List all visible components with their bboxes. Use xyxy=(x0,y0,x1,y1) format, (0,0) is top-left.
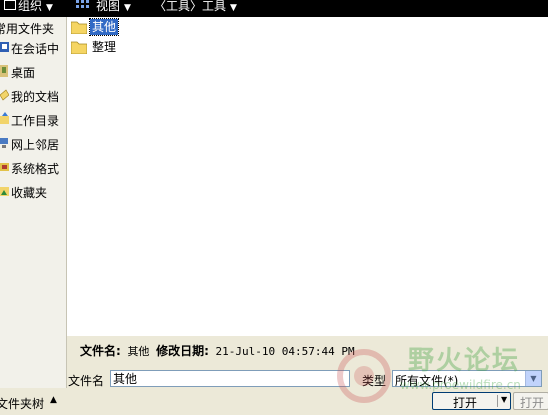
sidebar-item-system-format[interactable]: 系统格式 xyxy=(0,157,66,177)
file-type-value: 所有文件(*) xyxy=(395,374,459,388)
sidebar-item-work-directory[interactable]: 工作目录 xyxy=(0,109,66,129)
views-label: 视图 xyxy=(96,0,121,13)
sidebar-item-label: 网上邻居 xyxy=(11,138,60,152)
info-modified-value: 21-Jul-10 04:57:44 PM xyxy=(215,345,355,358)
folder-tree-toggle[interactable]: 文件夹树 xyxy=(0,395,44,412)
folder-icon xyxy=(71,41,87,54)
views-grid-icon xyxy=(76,0,89,8)
sidebar-item-label: 桌面 xyxy=(11,66,36,80)
file-name: 整理 xyxy=(92,40,117,54)
chevron-down-icon: ▼ xyxy=(230,3,237,13)
sidebar-item-label: 在会话中 xyxy=(11,42,60,56)
type-label: 类型 xyxy=(362,374,387,388)
file-type-select[interactable]: 所有文件(*) ▼ xyxy=(392,370,542,388)
chevron-up-icon[interactable]: ▲ xyxy=(50,395,57,405)
open-secondary-button[interactable]: 打开 xyxy=(513,392,548,410)
organize-label: 组织 xyxy=(18,0,43,13)
chevron-down-icon: ▼ xyxy=(124,3,131,13)
views-menu-button[interactable]: 视图 ▼ xyxy=(96,0,131,17)
favorites-icon xyxy=(0,187,9,196)
desktop-icon xyxy=(0,65,8,77)
chevron-down-icon[interactable]: ▼ xyxy=(501,395,507,404)
tools-label: 〈工具〉工具 xyxy=(154,0,227,13)
organize-menu-button[interactable]: 组织 ▼ xyxy=(4,0,53,17)
system-format-icon xyxy=(0,163,9,171)
work-dir-icon xyxy=(0,112,9,124)
button-divider xyxy=(497,395,498,407)
filename-input[interactable] xyxy=(110,370,350,387)
sidebar-item-desktop[interactable]: 桌面 xyxy=(0,61,66,81)
sidebar-header: 常用文件夹 xyxy=(0,22,55,36)
sidebar-item-my-documents[interactable]: 我的文档 xyxy=(0,85,66,105)
tools-menu-button[interactable]: 〈工具〉工具 ▼ xyxy=(154,0,237,17)
sidebar-item-session[interactable]: 在会话中 xyxy=(0,37,66,57)
favorites-sidebar: 常用文件夹 在会话中 桌面 我的文档 工作目录 网上邻居 系统格式 收藏夹 xyxy=(0,17,67,388)
filename-label: 文件名 xyxy=(68,374,105,388)
session-icon xyxy=(0,42,9,52)
sidebar-item-label: 工作目录 xyxy=(11,114,60,128)
file-list[interactable]: 其他 整理 xyxy=(67,17,548,336)
network-icon xyxy=(0,138,8,148)
organize-icon xyxy=(4,0,16,10)
info-filename-value: 其他 xyxy=(127,345,150,358)
file-info-line: 文件名: 其他 修改日期: 21-Jul-10 04:57:44 PM xyxy=(80,342,355,359)
sidebar-item-label: 系统格式 xyxy=(11,162,60,176)
open-secondary-label: 打开 xyxy=(520,396,545,410)
sidebar-item-network[interactable]: 网上邻居 xyxy=(0,133,66,153)
folder-icon xyxy=(71,21,87,34)
open-button-label: 打开 xyxy=(453,396,478,410)
documents-icon xyxy=(0,89,9,101)
chevron-down-icon[interactable]: ▼ xyxy=(525,371,541,386)
top-toolbar: 组织 ▼ 视图 ▼ 〈工具〉工具 ▼ xyxy=(0,0,548,17)
open-button[interactable]: 打开 ▼ xyxy=(432,392,511,410)
info-filename-label: 文件名: xyxy=(80,344,121,358)
info-modified-label: 修改日期: xyxy=(156,344,209,358)
file-name: 其他 xyxy=(88,18,120,36)
sidebar-item-label: 收藏夹 xyxy=(11,186,48,200)
sidebar-item-favorites[interactable]: 收藏夹 xyxy=(0,181,66,201)
sidebar-item-label: 我的文档 xyxy=(11,90,60,104)
chevron-down-icon: ▼ xyxy=(46,3,53,13)
